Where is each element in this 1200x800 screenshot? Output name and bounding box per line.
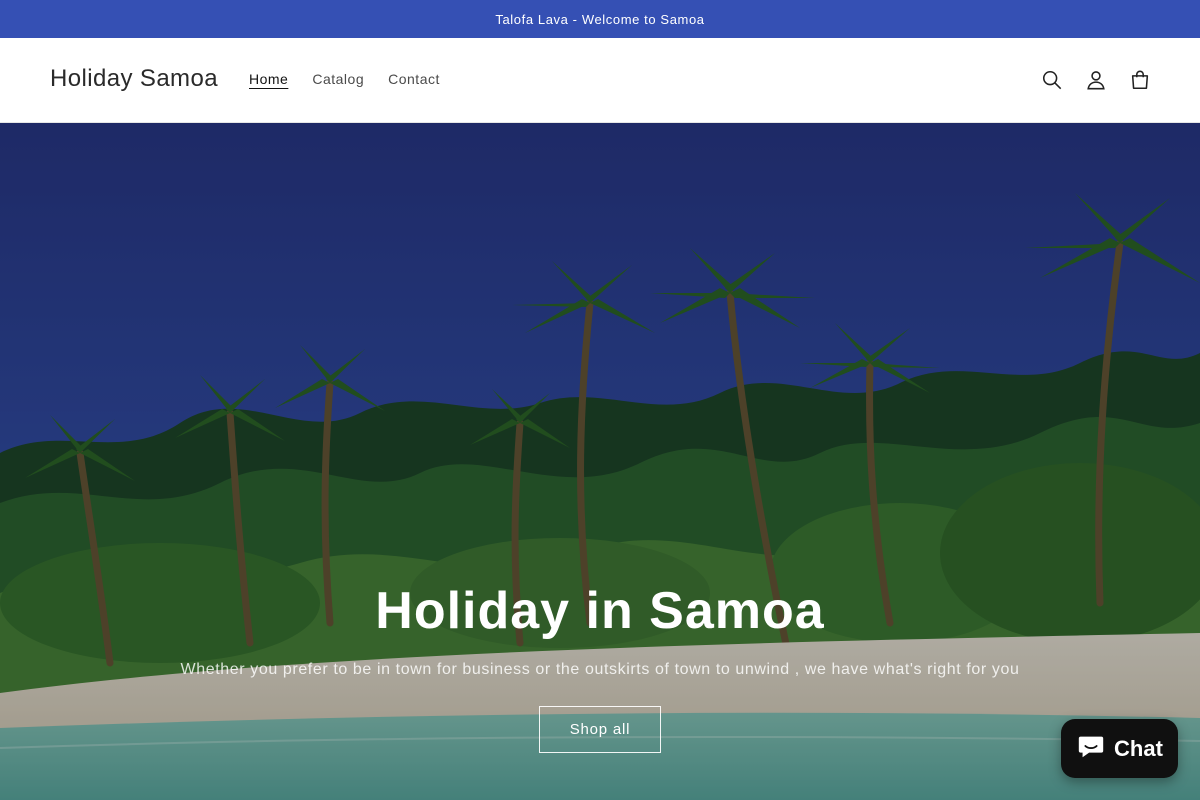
account-icon[interactable] [1081, 65, 1111, 95]
hero-subtitle: Whether you prefer to be in town for bus… [180, 661, 1020, 678]
search-icon[interactable] [1037, 65, 1067, 95]
shop-all-button[interactable]: Shop all [539, 706, 661, 753]
chat-label: Chat [1114, 735, 1163, 761]
nav-home[interactable]: Home [237, 68, 300, 90]
cart-icon[interactable] [1125, 65, 1155, 95]
site-header: Holiday Samoa Home Catalog Contact [0, 38, 1200, 123]
chat-button[interactable]: Chat [1061, 719, 1178, 778]
main-nav: Home Catalog Contact [237, 68, 452, 90]
nav-contact[interactable]: Contact [376, 68, 452, 90]
site-logo[interactable]: Holiday Samoa [50, 65, 218, 93]
hero-overlay [0, 123, 1200, 800]
hero-title: Holiday in Samoa [375, 582, 825, 640]
hero-banner: Holiday in Samoa Whether you prefer to b… [0, 123, 1200, 800]
announcement-bar: Talofa Lava - Welcome to Samoa [0, 0, 1200, 38]
announcement-text: Talofa Lava - Welcome to Samoa [495, 11, 705, 27]
nav-catalog[interactable]: Catalog [300, 68, 376, 90]
chat-bubble-icon [1076, 731, 1106, 767]
